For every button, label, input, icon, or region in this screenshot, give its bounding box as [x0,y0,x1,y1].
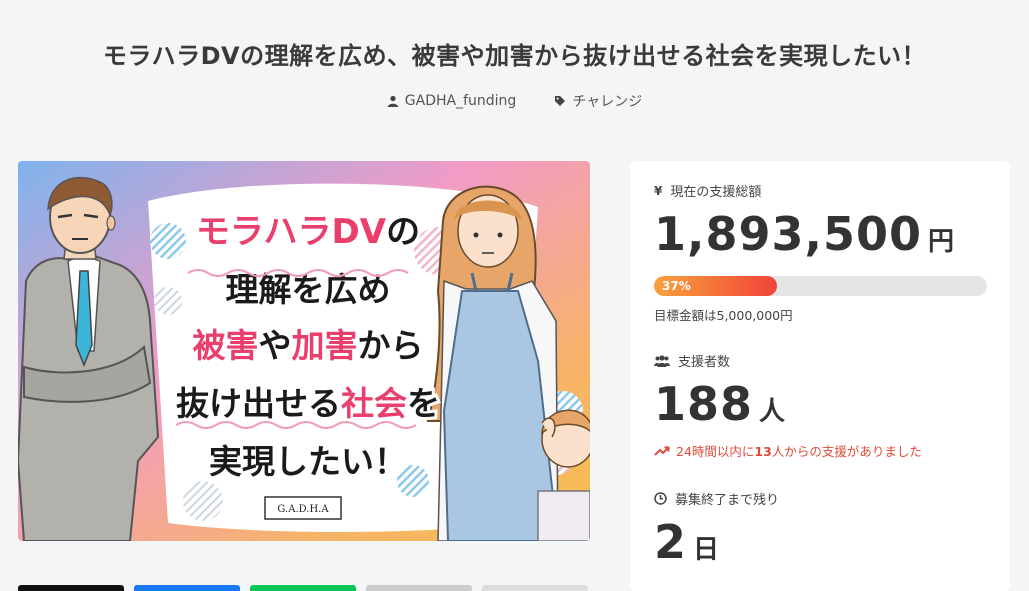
supporters-count: 188 人 [654,377,785,431]
recent-support-prefix: 24時間以内に [676,444,755,459]
funding-progress-label: 37% [662,279,691,293]
remaining-days-value: 2 [654,515,688,569]
remaining-days-unit: 日 [693,535,720,565]
funding-stats-panel: ¥ 現在の支援総額 1,893,500 円 37% 目標金額は5,000,000… [630,161,1010,591]
funding-progress-bar: 37% [654,276,987,296]
recent-support-notice: 24時間以内に13人からの支援がありました [654,441,922,460]
tag-icon [555,96,566,106]
hero-headline-line: 実現したい！ [209,442,407,481]
hero-headline-segment: や [259,326,292,365]
hero-headline-segment: モラハラDV [196,212,387,252]
hero-headline-segment: 理解を広め [226,270,391,309]
remaining-label: 募集終了まで残り [675,493,780,508]
remaining-label-row: 募集終了まで残り [654,489,779,508]
share-button-facebook[interactable] [134,585,240,591]
hero-headline-segment: の [386,212,420,252]
remaining-days: 2 日 [654,515,719,569]
hero-headline-line: 被害や加害から [193,326,424,365]
hero-headline-segment: 実現したい！ [209,442,407,481]
user-icon [387,95,398,107]
share-button-copy[interactable] [366,585,472,591]
category-name: チャレンジ [572,94,643,110]
funding-progress-fill: 37% [654,276,778,296]
users-icon [654,354,670,367]
owner-name: GADHA_funding [404,93,517,109]
supporters-count-unit: 人 [759,397,786,427]
clock-icon [654,492,667,505]
supporters-label-row: 支援者数 [654,351,730,370]
hero-headline-line: 理解を広め [226,270,391,309]
trending-up-icon [654,446,670,456]
yen-icon: ¥ [654,183,663,198]
project-title: モラハラDVの理解を広め、被害や加害から抜け出せる社会を実現したい！ [102,42,927,70]
hero-headline-segment: を [407,384,440,423]
hero-headline-segment: 抜け出せる [176,384,341,423]
hero-headline-segment: 加害 [292,326,358,365]
recent-support-count: 13 [754,444,772,459]
recent-support-suffix: 人からの支援がありました [771,444,922,459]
total-amount-unit: 円 [928,227,955,257]
category-link[interactable]: チャレンジ [554,91,642,111]
goal-amount: 目標金額は5,000,000円 [654,308,793,323]
total-amount: 1,893,500 円 [654,207,954,261]
hero-headline-line: モラハラDVの [196,212,420,252]
svg-text:G.A.D.H.A: G.A.D.H.A [277,504,329,515]
share-button-x[interactable] [18,585,124,591]
share-buttons [18,585,588,591]
gadha-logo: G.A.D.H.A [264,496,342,520]
supporters-count-value: 188 [654,377,754,431]
share-button-line[interactable] [250,585,356,591]
total-amount-value: 1,893,500 [654,207,922,261]
hero-headline-line: 抜け出せる社会を [176,384,440,423]
share-button-more[interactable] [482,585,588,591]
hero-headline-segment: から [358,326,424,365]
project-main-image: モラハラDVの 理解を広め 被害や加害から 抜け出せる社会を 実現したい！ G.A.D.… [18,161,590,541]
hero-headline-segment: 社会 [341,384,407,423]
project-meta: GADHA_funding チャレンジ [0,91,1029,111]
supporters-label: 支援者数 [678,355,731,370]
owner-link[interactable]: GADHA_funding [387,91,517,111]
total-amount-label-row: ¥ 現在の支援総額 [654,181,762,201]
hero-headline-segment: 被害 [193,326,259,365]
total-amount-label: 現在の支援総額 [670,185,762,200]
